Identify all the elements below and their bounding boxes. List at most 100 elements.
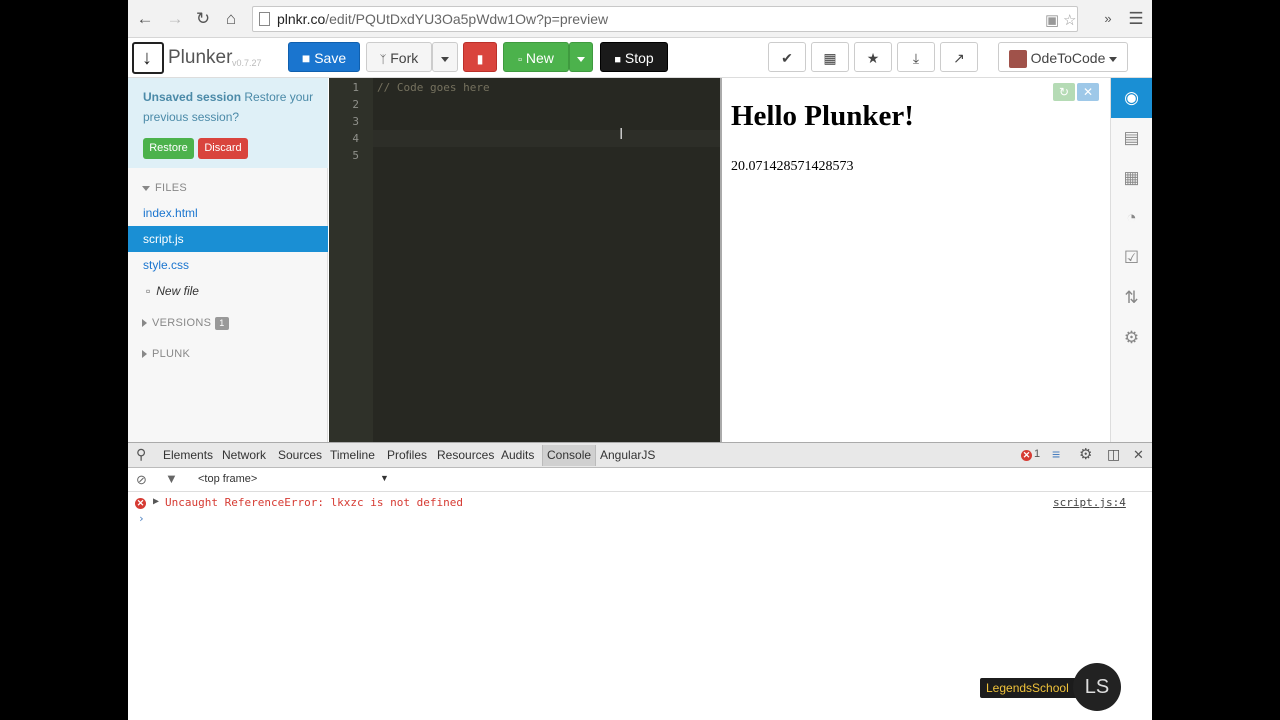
tab-resources[interactable]: Resources [437, 448, 494, 462]
drawer-toggle-icon[interactable]: ≡ [1052, 446, 1060, 462]
docs-button[interactable]: ▤ [1111, 118, 1152, 158]
page-icon [259, 12, 270, 26]
stop-button[interactable]: ■ Stop [600, 42, 668, 72]
code-line[interactable]: // Code goes here [377, 81, 490, 94]
chevron-down-icon [441, 56, 449, 62]
dock-icon[interactable]: ◫ [1107, 446, 1120, 463]
error-source-link[interactable]: script.js:4 [1053, 496, 1126, 509]
tools-button[interactable]: ▦ [811, 42, 849, 72]
menu-icon[interactable]: ☰ [1125, 8, 1147, 30]
versions-header[interactable]: VERSIONS 1 [142, 317, 229, 330]
open-external-button[interactable]: ↗ [940, 42, 978, 72]
extensions-icon[interactable]: » [1097, 8, 1119, 30]
filter-icon[interactable]: ▼ [165, 471, 178, 486]
file-item-script-js[interactable]: script.js [128, 226, 328, 252]
plunker-logo[interactable]: ↓ [132, 42, 164, 74]
home-icon[interactable]: ⌂ [220, 8, 242, 30]
download-button[interactable]: ⤓ [897, 42, 935, 72]
tools-button[interactable]: ▦ [1111, 158, 1152, 198]
chevron-down-icon [577, 56, 585, 62]
plunk-header[interactable]: PLUNK [142, 348, 190, 360]
sync-button[interactable]: ⇅ [1111, 278, 1152, 318]
version-label: v0.7.27 [232, 58, 262, 68]
stop-icon: ■ [614, 54, 621, 66]
settings-button[interactable]: ⚙ [1111, 318, 1152, 358]
file-icon: ▫ [518, 54, 522, 66]
search-icon[interactable]: ⚲ [136, 446, 146, 463]
devtools-tabbar: ⚲ Elements Network Sources Timeline Prof… [128, 443, 1152, 468]
trash-icon: ▮ [476, 52, 484, 66]
new-file-icon: ▫ [146, 284, 151, 298]
editor-gutter: 1 2 3 4 5 [329, 78, 373, 442]
star-icon[interactable]: ☆ [1063, 11, 1076, 29]
session-message: Unsaved session Restore your previous se… [143, 87, 321, 127]
session-title: Unsaved session [143, 90, 242, 104]
delete-button[interactable]: ▮ [463, 42, 497, 72]
clear-console-icon[interactable]: ⊘ [136, 472, 147, 488]
line-number: 1 [352, 81, 359, 94]
forward-icon[interactable]: → [164, 8, 186, 30]
star-button[interactable]: ★ [854, 42, 892, 72]
save-button[interactable]: ■ Save [288, 42, 360, 72]
restore-button[interactable]: Restore [143, 138, 194, 159]
url-text[interactable]: plnkr.co/edit/PQUtDxdYU3Oa5pWdw1Ow?p=pre… [277, 11, 608, 27]
star-icon: ★ [866, 50, 880, 66]
transfer-icon: ⇅ [1124, 288, 1139, 307]
chevron-down-icon[interactable]: ▼ [380, 473, 389, 483]
right-rail: ◉ ▤ ▦ ◔ ☑ ⇅ ⚙ [1110, 78, 1152, 442]
tab-angularjs[interactable]: AngularJS [600, 448, 655, 462]
file-item-style-css[interactable]: style.css [128, 252, 328, 278]
new-file-item[interactable]: ▫ New file [128, 278, 328, 304]
error-icon: ✕ [135, 498, 146, 509]
briefcase-icon: ▦ [1123, 168, 1140, 187]
preview-toggle-button[interactable]: ◉ [1111, 78, 1152, 118]
expand-caret-icon[interactable]: ▶ [153, 496, 159, 507]
floppy-icon: ■ [301, 50, 311, 66]
tab-profiles[interactable]: Profiles [387, 448, 427, 462]
discard-button[interactable]: Discard [198, 138, 248, 159]
close-icon[interactable]: ✕ [1133, 447, 1144, 463]
preview-value: 20.071428571428573 [731, 159, 854, 174]
versions-count-badge: 1 [215, 317, 229, 330]
new-label: New [525, 50, 554, 66]
console-error-line[interactable]: ✕ ▶ Uncaught ReferenceError: lkxzc is no… [128, 495, 1152, 513]
reader-icon[interactable]: ▣ [1045, 11, 1059, 29]
new-file-label: New file [156, 284, 199, 298]
reload-icon[interactable]: ↻ [192, 8, 214, 30]
files-header[interactable]: FILES [142, 182, 187, 194]
close-preview-button[interactable]: ✕ [1077, 83, 1099, 101]
tab-audits[interactable]: Audits [501, 448, 534, 462]
tab-console[interactable]: Console [542, 445, 597, 466]
brand-name: Plunker [168, 47, 233, 68]
new-dropdown-button[interactable] [569, 42, 593, 72]
gear-icon[interactable]: ⚙ [1079, 445, 1092, 463]
check-button[interactable]: ✔ [768, 42, 806, 72]
tab-timeline[interactable]: Timeline [330, 448, 375, 462]
tasks-button[interactable]: ☑ [1111, 238, 1152, 278]
preview-heading: Hello Plunker! [731, 100, 914, 132]
address-bar[interactable]: plnkr.co/edit/PQUtDxdYU3Oa5pWdw1Ow?p=pre… [252, 6, 1078, 32]
fork-dropdown-button[interactable] [432, 42, 458, 72]
error-count[interactable]: 1 [1034, 448, 1040, 460]
fork-button[interactable]: ᛉ Fork [366, 42, 432, 72]
refresh-preview-button[interactable]: ↻ [1053, 83, 1075, 101]
frame-select[interactable]: <top frame> [198, 473, 257, 485]
user-menu-button[interactable]: OdeToCode [998, 42, 1128, 72]
tab-elements[interactable]: Elements [163, 448, 213, 462]
code-editor[interactable]: 1 2 3 4 5 // Code goes here I [329, 78, 720, 442]
eye-icon: ◉ [1124, 88, 1139, 107]
user-name: OdeToCode [1030, 50, 1106, 66]
fork-icon: ᛉ [379, 54, 387, 66]
book-icon: ▤ [1123, 128, 1140, 147]
back-icon[interactable]: ← [134, 8, 156, 30]
file-item-index-html[interactable]: index.html [128, 200, 328, 226]
tab-network[interactable]: Network [222, 448, 266, 462]
check-icon: ✔ [781, 50, 793, 66]
new-button[interactable]: ▫ New [503, 42, 569, 72]
tab-sources[interactable]: Sources [278, 448, 322, 462]
dashboard-button[interactable]: ◔ [1111, 198, 1152, 238]
gear-icon: ⚙ [1123, 328, 1140, 347]
url-path: /edit/PQUtDxdYU3Oa5pWdw1Ow?p=preview [325, 11, 609, 27]
close-icon: ✕ [1082, 85, 1094, 99]
console-prompt-line[interactable]: › [128, 512, 1152, 530]
